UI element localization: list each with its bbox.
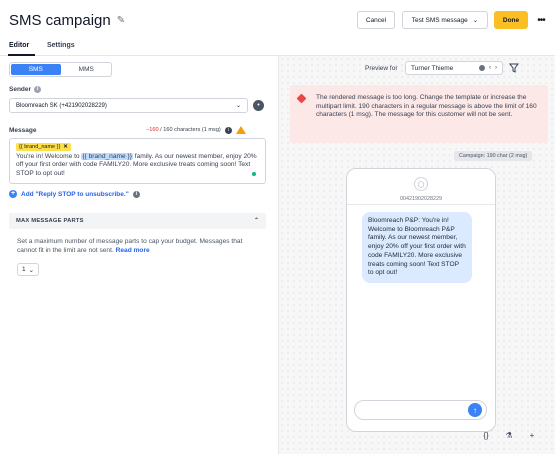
page-title-wrap: SMS campaign ✎	[9, 12, 125, 29]
phone-number: 00421902028229	[400, 196, 442, 202]
info-icon[interactable]: i	[34, 86, 42, 93]
count-over: −160	[146, 127, 159, 133]
variable-chip[interactable]: {{ brand_name }} ✕	[16, 143, 71, 151]
add-stop-label: Add "Reply STOP to unsubscribe."	[21, 190, 129, 198]
chip-label: {{ brand_name }}	[19, 144, 61, 150]
plus-circle-icon: +	[9, 190, 17, 198]
preview-for-label: Preview for	[365, 65, 398, 72]
send-icon: ↑	[468, 403, 482, 417]
error-alert: The rendered message is too long. Change…	[290, 85, 548, 143]
campaign-size-badge: Campaign: 190 char (2 msg)	[454, 151, 533, 161]
add-stop-link[interactable]: + Add "Reply STOP to unsubscribe." i	[9, 190, 140, 198]
sender-value: Bloomreach SK (+421902028229)	[16, 102, 107, 109]
sender-label: Sender	[9, 86, 32, 93]
preview-customer-select[interactable]: Turner Thieme ‹ ›	[405, 61, 503, 75]
message-textarea[interactable]: {{ brand_name }} ✕ You're in! Welcome to…	[9, 138, 266, 184]
close-icon[interactable]: ✕	[63, 144, 68, 150]
pencil-icon[interactable]: ✎	[117, 15, 125, 26]
plus-icon[interactable]: +	[526, 429, 538, 441]
done-button[interactable]: Done	[494, 11, 528, 29]
tab-bar: Editor Settings	[0, 38, 555, 56]
read-more-link[interactable]: Read more	[116, 247, 150, 254]
sender-select[interactable]: Bloomreach SK (+421902028229) ⌄	[9, 98, 248, 113]
info-icon[interactable]: i	[132, 190, 140, 198]
chevron-up-icon: ⌃	[253, 218, 259, 224]
flask-icon[interactable]: ⚗	[503, 429, 515, 441]
sender-settings-icon[interactable]: •	[253, 100, 264, 111]
tab-settings[interactable]: Settings	[47, 42, 75, 49]
sender-label-row: Sender i	[9, 86, 42, 93]
info-icon[interactable]: i	[224, 126, 232, 134]
count-rest: / 160 characters (1 msg)	[160, 127, 221, 133]
accordion-title: MAX MESSAGE PARTS	[16, 218, 84, 224]
chevron-down-icon: ⌄	[28, 266, 35, 274]
variable-highlight: {{ brand_name }}	[81, 153, 133, 160]
message-label: Message	[9, 127, 37, 134]
sms-toggle[interactable]: SMS	[11, 64, 61, 75]
max-parts-description: Set a maximum number of message parts to…	[17, 238, 257, 256]
character-count: −160 / 160 characters (1 msg) i	[146, 126, 268, 134]
test-sms-button[interactable]: Test SMS message ⌄	[402, 11, 488, 29]
chevron-left-icon[interactable]: ‹	[489, 65, 491, 71]
page-title: SMS campaign	[9, 12, 111, 29]
alert-text: The rendered message is too long. Change…	[316, 94, 537, 119]
mms-toggle[interactable]: MMS	[62, 63, 112, 76]
more-options-icon[interactable]: •••	[534, 11, 548, 29]
max-parts-select[interactable]: 1 ⌄	[17, 263, 39, 276]
status-dot	[252, 172, 256, 176]
phone-preview	[346, 168, 496, 432]
message-text-part: You're in! Welcome to	[16, 153, 82, 160]
contact-avatar-icon: ◯	[414, 177, 428, 191]
channel-toggle: SMS MMS	[9, 62, 112, 77]
phone-divider	[347, 204, 495, 205]
chevron-right-icon[interactable]: ›	[495, 65, 497, 71]
max-parts-accordion[interactable]: MAX MESSAGE PARTS ⌃	[9, 213, 266, 229]
warning-icon	[235, 126, 246, 134]
message-bubble: Bloomreach P&P: You're in! Welcome to Bl…	[362, 212, 472, 283]
customer-name: Turner Thieme	[411, 64, 454, 72]
code-icon[interactable]: {}	[480, 429, 492, 441]
filter-icon[interactable]	[507, 61, 521, 75]
tab-editor[interactable]: Editor	[9, 42, 29, 49]
cancel-button[interactable]: Cancel	[357, 11, 395, 29]
max-parts-value: 1	[21, 266, 26, 273]
message-text: You're in! Welcome to {{ brand_name }} f…	[16, 153, 259, 178]
chevron-down-icon: ⌄	[472, 17, 479, 24]
customer-icon[interactable]	[479, 65, 485, 71]
chevron-down-icon: ⌄	[235, 103, 241, 109]
